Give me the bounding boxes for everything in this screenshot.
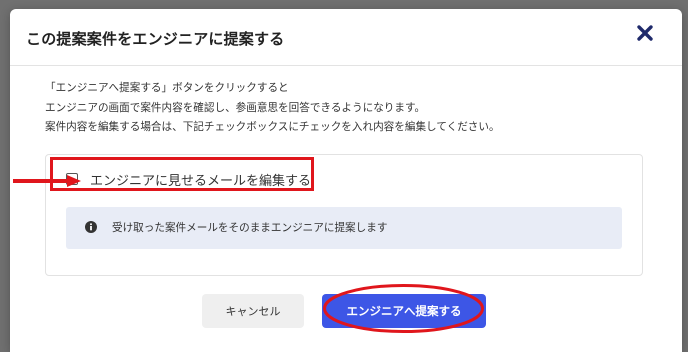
info-text: 受け取った案件メールをそのままエンジニアに提案します (112, 222, 388, 234)
close-icon (637, 25, 653, 41)
cancel-button[interactable]: キャンセル (202, 294, 304, 328)
annotation-highlight-ellipse (323, 284, 484, 333)
dialog-title: この提案案件をエンジニアに提案する (26, 30, 285, 48)
info-banner: 受け取った案件メールをそのままエンジニアに提案します (66, 207, 622, 249)
dialog-description: 「エンジニアへ提案する」ボタンをクリックすると エンジニアの画面で案件内容を確認… (45, 79, 500, 138)
annotation-arrow-icon (13, 175, 81, 187)
close-button[interactable] (634, 22, 656, 44)
info-icon (85, 221, 97, 233)
description-line: 「エンジニアへ提案する」ボタンをクリックすると (45, 82, 289, 94)
description-line: エンジニアの画面で案件内容を確認し、参画意思を回答できるようになります。 (45, 101, 426, 114)
description-line: 案件内容を編集する場合は、下記チェックボックスにチェックを入れ内容を編集してくだ… (45, 121, 500, 133)
annotation-highlight-box (50, 157, 314, 191)
dialog-header: この提案案件をエンジニアに提案する (10, 9, 682, 66)
